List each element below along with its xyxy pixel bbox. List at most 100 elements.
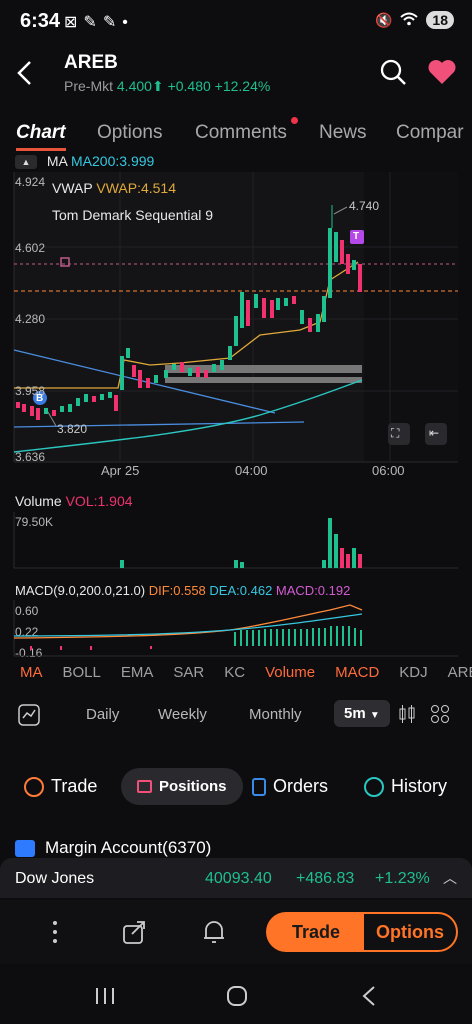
volume-value: VOL:1.904	[65, 493, 133, 509]
tab-news[interactable]: News	[319, 122, 367, 144]
vwap-legend: VWAP VWAP:4.514	[52, 180, 176, 196]
recent-apps-icon[interactable]	[94, 986, 116, 1006]
macd-params: MACD(9.0,200.0,21.0)	[15, 583, 146, 598]
x-tick: 04:00	[235, 463, 268, 478]
period-5m-dropdown[interactable]: 5m ▼	[334, 700, 390, 727]
low-price-label: 3.820	[57, 422, 88, 436]
tab-chart[interactable]: Chart	[16, 122, 66, 144]
vwap-value: VWAP:4.514	[96, 180, 176, 196]
x-tick: 06:00	[372, 463, 405, 478]
vwap-label: VWAP	[52, 180, 93, 196]
indicator-kc[interactable]: KC	[224, 664, 245, 681]
status-right: 🔇 18	[375, 11, 454, 29]
active-tab-indicator	[16, 148, 66, 151]
status-icons: ⊠✎✎•	[64, 14, 134, 31]
candlestick-icon[interactable]	[397, 704, 417, 724]
premkt-change: +0.480	[167, 78, 211, 94]
dropdown-caret-icon: ▼	[369, 710, 380, 721]
premkt-label: Pre-Mkt	[64, 78, 113, 94]
premarket-quote: Pre-Mkt 4.400⬆ +0.480 +12.24%	[64, 78, 270, 95]
options-button[interactable]: Options	[362, 912, 458, 952]
grid-layout-icon[interactable]	[430, 704, 450, 724]
period-5m: 5m	[344, 705, 366, 722]
indicator-boll[interactable]: BOLL	[63, 664, 101, 681]
system-nav-bar	[0, 964, 472, 1024]
y-tick: 3.636	[15, 450, 46, 464]
index-change-pct: +1.23%	[375, 870, 430, 887]
y-tick: 4.602	[15, 241, 46, 255]
trade-button[interactable]: Trade	[266, 912, 366, 952]
trade-action[interactable]: Trade	[24, 776, 97, 797]
tab-options[interactable]: Options	[97, 122, 162, 144]
ma-label: MA	[46, 153, 68, 169]
buy-marker-icon: B	[36, 393, 44, 404]
period-daily[interactable]: Daily	[86, 706, 119, 723]
collapse-toggle-icon[interactable]: ▲	[15, 155, 37, 170]
indicator-tabs: MA BOLL EMA SAR KC Volume MACD KDJ ARBR	[20, 664, 472, 681]
indicator-arbr[interactable]: ARBR	[448, 664, 472, 681]
positions-label: Positions	[159, 778, 227, 795]
period-weekly[interactable]: Weekly	[158, 706, 207, 723]
comments-notification-dot	[291, 117, 298, 124]
ma-legend: ▲ MA MA200:3.999	[15, 153, 155, 170]
wifi-icon	[400, 12, 419, 29]
battery-icon: 18	[426, 11, 454, 29]
index-name: Dow Jones	[15, 870, 95, 887]
chart-type-icon[interactable]	[18, 704, 40, 726]
premkt-change-pct: +12.24%	[214, 78, 271, 94]
y-tick: 4.280	[15, 312, 46, 326]
t-marker-icon: T	[353, 231, 360, 242]
wallet-icon	[15, 839, 35, 857]
index-value: 40093.40	[205, 870, 272, 887]
premkt-price: 4.400	[116, 78, 152, 94]
indicator-macd[interactable]: MACD	[335, 664, 379, 681]
bottom-toolbar: Trade Options	[0, 900, 472, 964]
top-tabs: Chart Options Comments News Compar	[0, 118, 472, 154]
period-monthly[interactable]: Monthly	[249, 706, 302, 723]
orders-action[interactable]: Orders	[252, 776, 328, 797]
status-time: 6:34	[20, 10, 61, 32]
back-nav-icon[interactable]	[360, 985, 378, 1007]
indicator-kdj[interactable]: KDJ	[399, 664, 427, 681]
history-action[interactable]: History	[364, 776, 447, 797]
up-arrow-icon: ⬆	[151, 78, 164, 94]
trade-action-label: Trade	[51, 776, 98, 796]
x-tick: Apr 25	[101, 463, 140, 478]
indicator-ma[interactable]: MA	[20, 664, 43, 681]
collapse-right-icon[interactable]: ⇤	[429, 426, 439, 440]
indicator-sar[interactable]: SAR	[173, 664, 204, 681]
home-icon[interactable]	[226, 985, 248, 1007]
macd-dif: DIF:0.558	[148, 583, 206, 598]
share-icon[interactable]	[122, 918, 148, 946]
macd-chart	[13, 600, 458, 657]
ma200-value: MA200:3.999	[71, 153, 155, 169]
more-vertical-icon[interactable]	[42, 918, 68, 946]
positions-action[interactable]: Positions	[121, 768, 243, 805]
indicator-volume[interactable]: Volume	[265, 664, 315, 681]
status-bar: 6:34 ⊠✎✎• 🔇 18	[0, 0, 472, 44]
tds-legend: Tom Demark Sequential 9	[52, 207, 214, 223]
y-tick: 4.924	[15, 175, 46, 189]
tab-comments[interactable]: Comments	[195, 122, 287, 144]
ticker-symbol: AREB	[64, 52, 118, 73]
macd-dea: DEA:0.462	[209, 583, 273, 598]
index-ticker-bar[interactable]: Dow Jones 40093.40 +486.83 +1.23% ︿	[0, 858, 472, 898]
orders-label: Orders	[273, 776, 329, 796]
trade-actions: Trade Positions Orders History	[0, 768, 472, 808]
alert-bell-icon[interactable]	[201, 918, 227, 946]
trade-icon	[24, 776, 44, 797]
mute-icon: 🔇	[374, 11, 393, 28]
margin-account-label: Margin Account(6370)	[45, 838, 212, 857]
search-icon[interactable]	[379, 58, 407, 86]
margin-account[interactable]: Margin Account(6370)	[15, 838, 211, 858]
history-label: History	[391, 776, 448, 796]
back-arrow-icon[interactable]	[12, 56, 38, 90]
chevron-up-icon[interactable]: ︿	[443, 868, 457, 888]
macd-value: MACD:0.192	[275, 583, 351, 598]
volume-label: Volume	[15, 493, 62, 509]
indicator-ema[interactable]: EMA	[121, 664, 154, 681]
favorite-heart-icon[interactable]	[427, 58, 457, 86]
tab-compare[interactable]: Compar	[396, 122, 464, 144]
fullscreen-icon[interactable]: ⛶	[391, 426, 399, 441]
volume-legend: Volume VOL:1.904	[15, 493, 133, 509]
